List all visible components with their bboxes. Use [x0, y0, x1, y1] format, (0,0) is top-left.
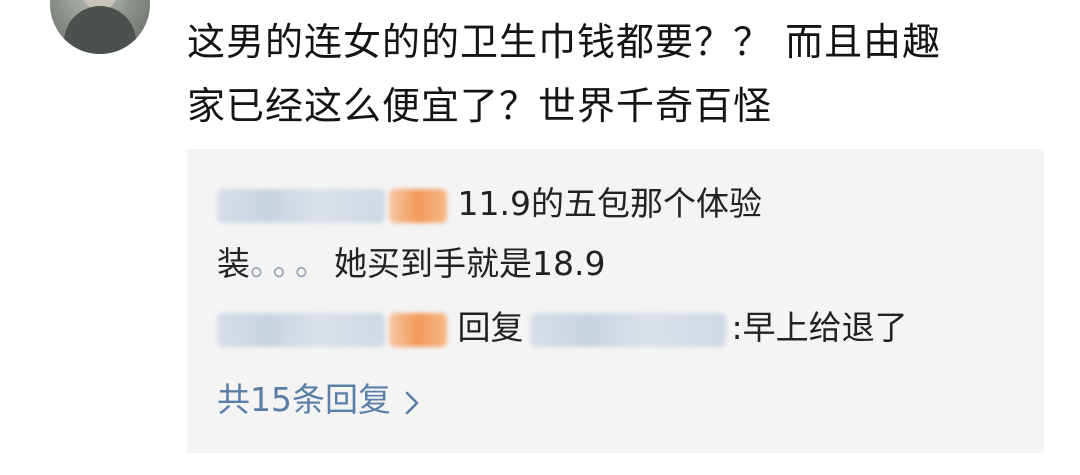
redacted-username [217, 312, 385, 347]
reply-text: 她买到手就是18.9 [334, 244, 606, 283]
redacted-username [217, 188, 385, 223]
chevron-right-icon [403, 374, 421, 430]
comment-line-1: 这男的连女的的卫生巾钱都要？？ 而且由趣 [187, 20, 942, 64]
reply-item-1-line-2: 装。。。她买到手就是18.9 [217, 236, 605, 292]
more-replies-label: 共15条回复 [217, 380, 391, 419]
redacted-target-username [529, 312, 726, 347]
reply-item-1-line-1[interactable]: 11.9的五包那个体验 [217, 176, 762, 232]
reply-item-2[interactable]: 回复 :早上给退了 [217, 300, 908, 356]
redacted-badge [389, 312, 447, 347]
comment-text: 这男的连女的的卫生巾钱都要？？ 而且由趣 家已经这么便宜了？世界千奇百怪 [187, 10, 1057, 138]
redacted-badge [389, 188, 447, 223]
reply-label: 回复 [457, 308, 524, 347]
reply-text: :早上给退了 [731, 308, 908, 347]
reply-text: 11.9的五包那个体验 [457, 184, 762, 223]
avatar[interactable] [50, 0, 150, 54]
avatar-body [64, 6, 136, 54]
comment-screenshot: 这男的连女的的卫生巾钱都要？？ 而且由趣 家已经这么便宜了？世界千奇百怪 11.… [0, 0, 1080, 475]
more-replies-link[interactable]: 共15条回复 [217, 372, 421, 430]
reply-text-dots: 。。。 [250, 244, 334, 283]
reply-text-prefix: 装 [217, 244, 250, 283]
comment-line-2: 家已经这么便宜了？世界千奇百怪 [187, 84, 773, 128]
